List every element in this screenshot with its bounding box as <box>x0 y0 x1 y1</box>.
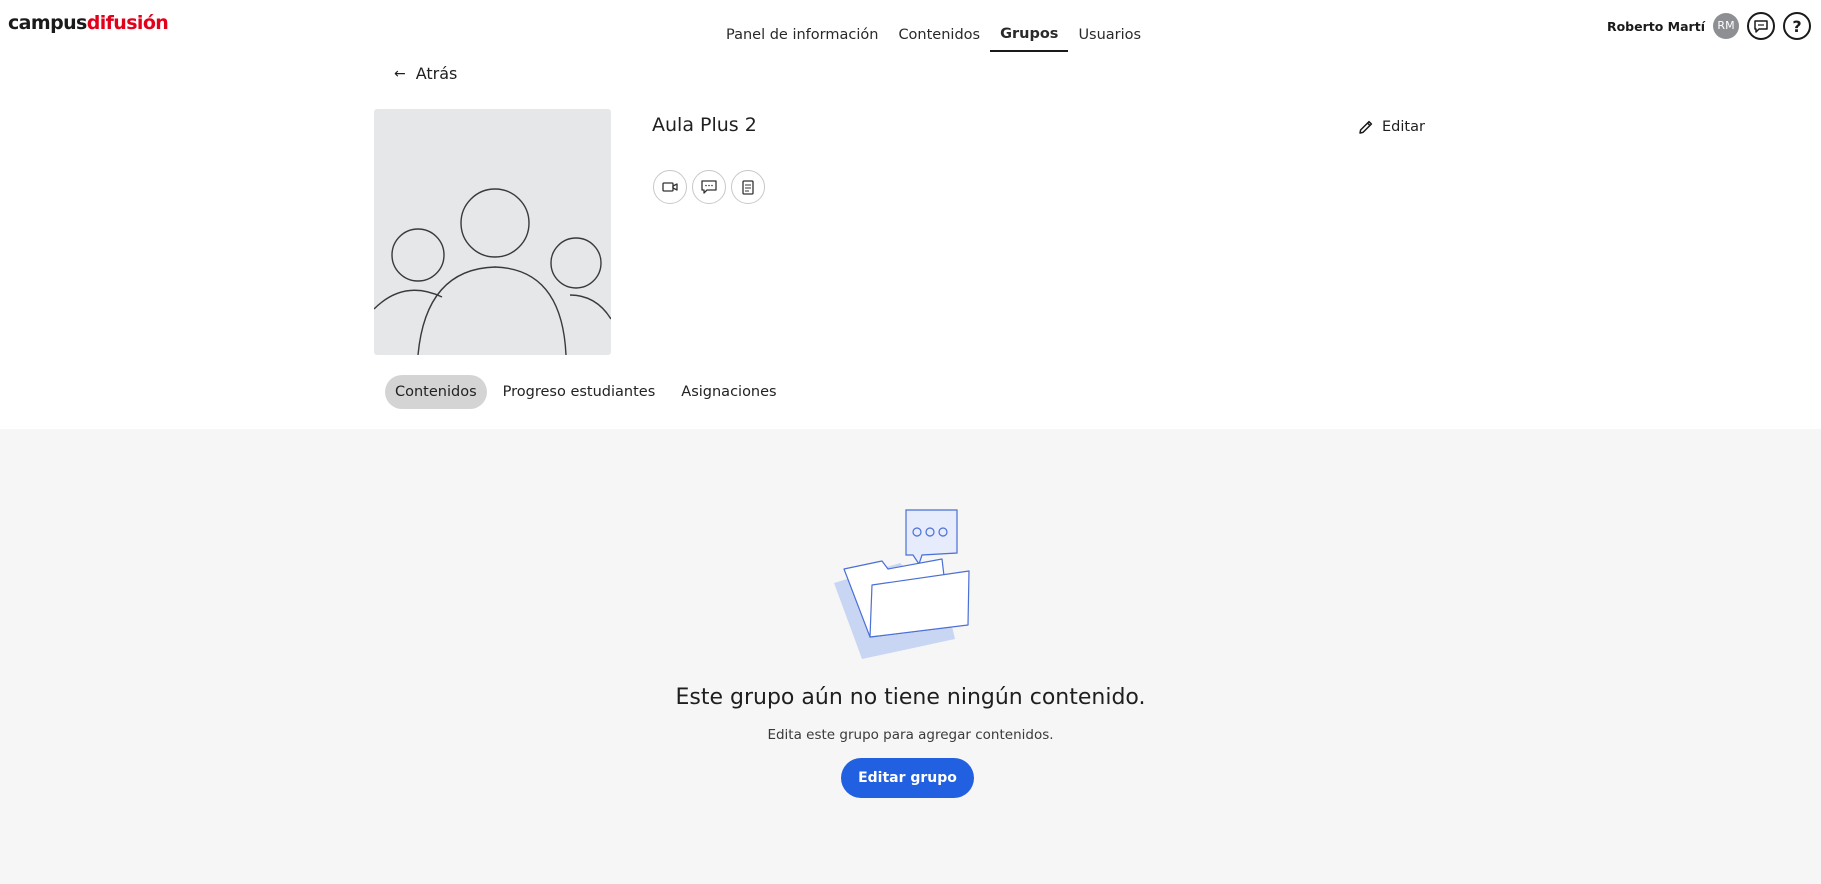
edit-label: Editar <box>1382 119 1425 135</box>
tab-progreso-estudiantes[interactable]: Progreso estudiantes <box>493 375 666 409</box>
edit-group-link[interactable]: Editar <box>1358 119 1425 135</box>
chat-icon-glyph <box>701 180 717 194</box>
campus-difusion-logo[interactable]: campusdifusión <box>8 12 169 34</box>
logo-text-difusion: difusión <box>86 12 169 34</box>
video-icon[interactable] <box>653 170 687 204</box>
tab-contenidos[interactable]: Contenidos <box>385 375 487 409</box>
document-icon-glyph <box>742 179 754 195</box>
empty-state-title: Este grupo aún no tiene ningún contenido… <box>675 685 1146 710</box>
user-area: Roberto Martí RM ? <box>1607 12 1811 40</box>
top-navigation-bar: campusdifusión Panel de información Cont… <box>0 0 1821 62</box>
group-image-placeholder <box>374 109 611 355</box>
nav-item-grupos[interactable]: Grupos <box>990 0 1069 52</box>
chat-icon[interactable] <box>1747 12 1775 40</box>
group-title: Aula Plus 2 <box>652 114 757 136</box>
avatar[interactable]: RM <box>1713 13 1739 39</box>
group-people-icon <box>374 188 611 355</box>
edit-group-button[interactable]: Editar grupo <box>841 758 974 798</box>
logo-text-campus: campus <box>8 12 87 34</box>
chat-icon[interactable] <box>692 170 726 204</box>
user-name[interactable]: Roberto Martí <box>1607 19 1705 34</box>
tab-asignaciones[interactable]: Asignaciones <box>671 375 786 409</box>
main-nav: Panel de información Contenidos Grupos U… <box>716 0 1151 52</box>
empty-folder-illustration <box>832 509 977 673</box>
empty-state-panel: Este grupo aún no tiene ningún contenido… <box>0 429 1821 884</box>
video-icon-glyph <box>662 182 678 192</box>
back-label: Atrás <box>415 64 458 83</box>
nav-item-contenidos[interactable]: Contenidos <box>888 0 990 52</box>
help-icon[interactable]: ? <box>1783 12 1811 40</box>
nav-item-usuarios[interactable]: Usuarios <box>1068 0 1151 52</box>
back-link[interactable]: ← Atrás <box>394 64 457 83</box>
pencil-icon <box>1359 120 1373 134</box>
chat-icon-glyph <box>1754 19 1768 33</box>
group-tabs: Contenidos Progreso estudiantes Asignaci… <box>385 375 787 409</box>
document-icon[interactable] <box>731 170 765 204</box>
empty-state-subtitle: Edita este grupo para agregar contenidos… <box>767 727 1054 743</box>
nav-item-panel[interactable]: Panel de información <box>716 0 888 52</box>
group-actions <box>653 170 765 204</box>
arrow-left-icon: ← <box>394 65 406 82</box>
